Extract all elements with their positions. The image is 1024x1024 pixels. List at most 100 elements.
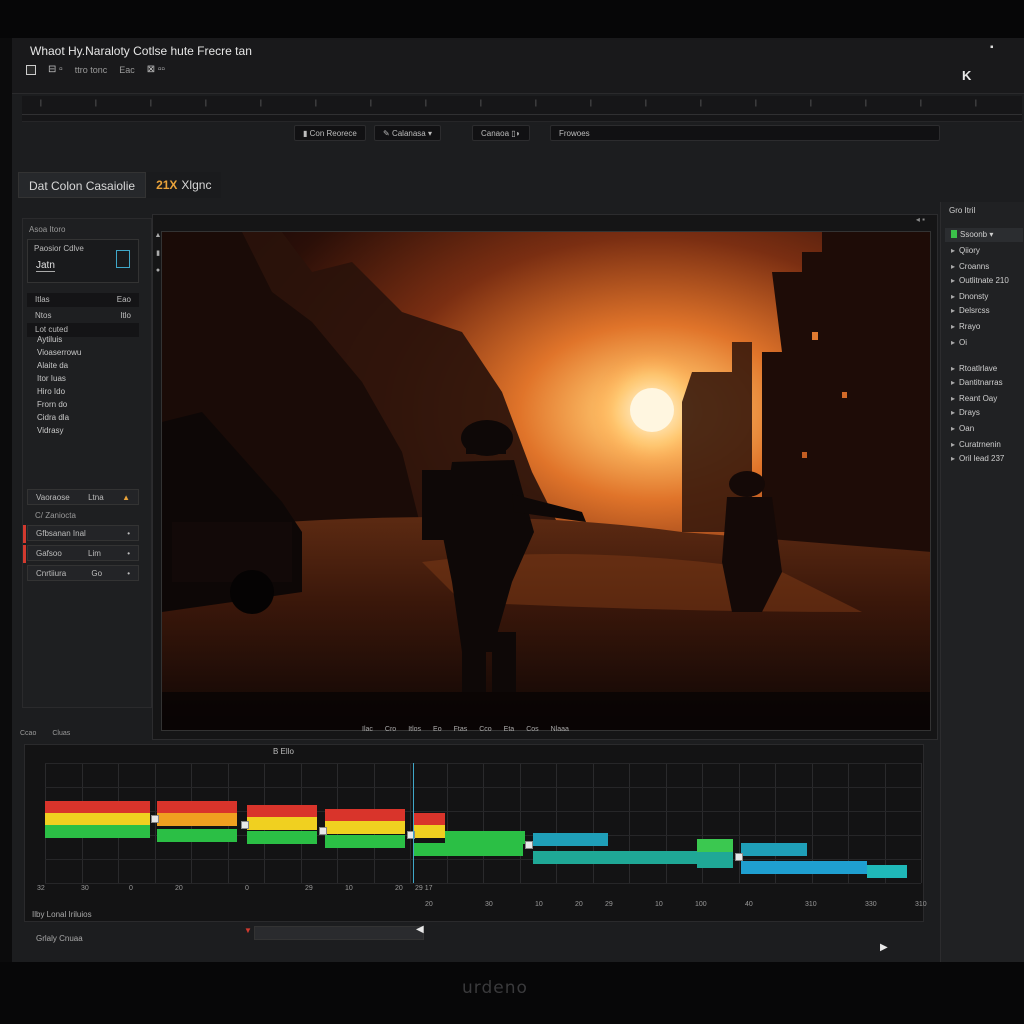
color-curve-segment[interactable] — [697, 839, 733, 852]
node-item[interactable]: ▸ Reant Oay — [945, 392, 1023, 406]
node-item[interactable]: ▸ Outlitnate 210 — [945, 274, 1023, 288]
menu-item-2[interactable]: ttro tonc — [75, 65, 108, 75]
node-item-label: Oan — [959, 424, 975, 433]
play-forward-icon[interactable]: ▶ — [880, 942, 888, 953]
color-curve-segment[interactable] — [867, 865, 907, 878]
property-row-1[interactable]: Itlas Eao — [27, 293, 139, 307]
adjustment-item[interactable]: Frorn do — [37, 400, 81, 409]
keyframe-k-button[interactable]: K — [962, 68, 971, 83]
timeline-tool[interactable]: Cos — [526, 726, 538, 740]
color-curve-segment[interactable] — [445, 831, 525, 844]
value-control-4[interactable]: Cnrtiiura Go • — [27, 565, 139, 581]
color-curve-segment[interactable] — [247, 817, 317, 830]
adjustment-item[interactable]: Itor Iuas — [37, 374, 81, 383]
source-button[interactable]: ▮ Con Reorece — [294, 125, 366, 141]
color-curve-segment[interactable] — [157, 829, 237, 842]
canvas-toggle[interactable]: Canaoa ▯◗ — [472, 125, 530, 141]
node-item[interactable]: ▸ Oril lead 237 — [945, 452, 1023, 466]
adjustment-item[interactable]: Vioaserrowu — [37, 348, 81, 357]
timeline-tool[interactable]: Ilac — [362, 726, 373, 740]
node-item[interactable]: ▸ Drays — [945, 406, 1023, 420]
color-curve-segment[interactable] — [325, 835, 405, 848]
tab-align[interactable]: 21X Xlgnc — [146, 172, 222, 198]
subsection-label: C/ Zaniocta — [35, 511, 76, 520]
value-control-3[interactable]: Gafsoo Lim • — [27, 545, 139, 561]
keyframe-marker[interactable] — [525, 841, 533, 849]
adjustment-item[interactable]: Hiro Ido — [37, 387, 81, 396]
color-curve-segment[interactable] — [533, 833, 608, 846]
grid-line — [592, 763, 594, 883]
menu-item-1[interactable]: ⊟ ▫ — [48, 64, 63, 75]
timeline-tool[interactable]: Cco — [479, 726, 491, 740]
color-curve-segment[interactable] — [741, 843, 807, 856]
menu-item-3[interactable]: Eac — [119, 65, 135, 75]
red-marker-2 — [23, 545, 26, 563]
value-control-2[interactable]: Gfbsanan Inal • — [27, 525, 139, 541]
source-clip-box[interactable]: Paosior Cdlve Jatn — [27, 239, 139, 283]
slider-knob-icon[interactable]: ◀ — [416, 924, 424, 935]
color-timeline[interactable]: B Ello 32 30 0 20 0 29 10 20 29 17 20 30 10 20 29 10 1… — [24, 744, 927, 922]
timeline-scroll-slider[interactable] — [254, 926, 424, 940]
timeline-tool[interactable]: Eta — [504, 726, 515, 740]
node-item[interactable]: ▸ Rrayo — [945, 320, 1023, 334]
ruler-tick: | — [535, 100, 537, 107]
node-item[interactable]: ▸ Rtoatlrlave — [945, 362, 1023, 376]
preview-field-label: Frowoes — [559, 129, 590, 138]
menu-item-4[interactable]: ⊠ ▫▫ — [147, 64, 165, 75]
color-curve-segment[interactable] — [45, 825, 150, 838]
checkbox-icon[interactable] — [26, 64, 36, 75]
node-item-label: Dnonsty — [959, 292, 989, 301]
adjustment-item[interactable]: Alaite da — [37, 361, 81, 370]
node-item[interactable]: ▸ Delsrcss — [945, 304, 1023, 318]
tab-color-console[interactable]: Dat Colon Casaiolie — [18, 172, 147, 198]
color-curve-segment[interactable] — [697, 855, 733, 868]
adjustment-item[interactable]: Cidra dla — [37, 413, 81, 422]
color-curve-segment[interactable] — [741, 861, 867, 874]
video-preview[interactable] — [161, 231, 931, 731]
scroll-dot-icon[interactable]: ● — [154, 267, 162, 274]
grid-line — [45, 787, 921, 788]
viewer-vertical-scroller[interactable]: ▲ ▮ ● — [154, 232, 162, 342]
node-item[interactable]: ▸ Dnonsty — [945, 290, 1023, 304]
color-curve-segment[interactable] — [325, 821, 405, 834]
timeline-tool[interactable]: Eo — [433, 726, 442, 740]
node-item[interactable]: ▸ Dantitnarras — [945, 376, 1023, 390]
keyframe-marker[interactable] — [735, 853, 743, 861]
viewer-corner-icon[interactable]: ◂ ▪ — [916, 215, 925, 224]
adjustment-item[interactable]: Aytiluis — [37, 335, 81, 344]
node-item[interactable]: ▸ Qiiory — [945, 244, 1023, 258]
adjustment-item[interactable]: Vidrasy — [37, 426, 81, 435]
preview-field[interactable]: Frowoes — [550, 125, 940, 141]
color-curve-segment[interactable] — [157, 813, 237, 826]
keyframe-marker[interactable] — [319, 827, 327, 835]
value-control-1[interactable]: Vaoraose Ltna ▲ — [27, 489, 139, 505]
color-dropdown[interactable]: ✎ Calanasa ▾ — [374, 125, 441, 141]
expand-arrow-icon: ▸ — [951, 338, 956, 347]
node-item[interactable]: ▸ Croanns — [945, 260, 1023, 274]
keyframe-marker[interactable] — [151, 815, 159, 823]
playhead[interactable] — [413, 763, 414, 883]
close-window-icon[interactable]: ▪ — [990, 42, 1000, 53]
node-item[interactable]: ▸ Oan — [945, 422, 1023, 436]
marker-down-icon[interactable]: ▼ — [244, 926, 252, 935]
color-curve-segment[interactable] — [413, 843, 523, 856]
timeline-footer: Ilby Lonal Iriluios Grlaly Cnuaa ▼ ◀ — [22, 904, 922, 944]
timeline-tool[interactable]: Cro — [385, 726, 396, 740]
grid-line — [410, 763, 411, 883]
property-row-2[interactable]: Ntos Itlo — [27, 309, 139, 323]
scroll-up-icon[interactable]: ▲ — [154, 232, 162, 239]
node-item[interactable]: ▸ Oi — [945, 336, 1023, 350]
grid-line — [483, 763, 484, 883]
timeline-tool[interactable]: Ftas — [454, 726, 468, 740]
grid-line — [556, 763, 557, 883]
timeline-tool[interactable]: Itlos — [408, 726, 421, 740]
ruler-tick: | — [865, 100, 867, 107]
color-curve-segment[interactable] — [247, 831, 317, 844]
scroll-thumb-icon[interactable]: ▮ — [154, 249, 162, 257]
timeline-tool[interactable]: Nlaaa — [551, 726, 569, 740]
color-curve-segment[interactable] — [413, 825, 445, 838]
ruler-tick: | — [315, 100, 317, 107]
node-item[interactable]: ▸ Curatrnenin — [945, 438, 1023, 452]
keyframe-marker[interactable] — [241, 821, 249, 829]
node-item[interactable]: Ssoonb ▾ — [945, 228, 1023, 242]
